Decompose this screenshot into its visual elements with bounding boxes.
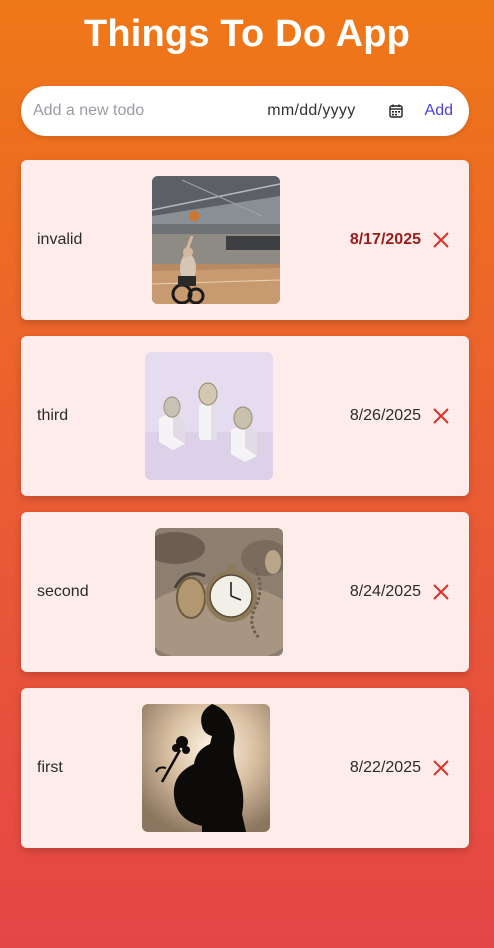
todo-item: invalid 8/17/2025 [21,160,469,320]
silhouette-with-flower-photo [142,704,270,832]
calendar-icon[interactable] [388,104,403,118]
todo-text: first [37,759,63,776]
page-title: Things To Do App [83,13,411,55]
date-placeholder: mm/dd/yyyy [267,102,356,119]
coins-on-pedestals-photo [145,352,273,480]
close-icon[interactable] [431,758,451,778]
pocket-watch-in-sand-photo [155,528,283,656]
add-todo-form: mm/dd/yyyy Add [21,86,469,136]
new-todo-input[interactable] [33,91,268,131]
due-date-input[interactable]: mm/dd/yyyy [267,102,403,120]
todo-text: invalid [37,231,83,248]
todo-due-date: 8/24/2025 [349,583,421,600]
close-icon[interactable] [431,230,451,250]
todo-due-date: 8/26/2025 [349,407,421,424]
todo-due-date: 8/17/2025 [349,231,421,248]
todo-text: third [37,407,69,424]
close-icon[interactable] [431,582,451,602]
wheelchair-basketball-photo [152,176,280,304]
todo-item: first 8/22/2025 [21,688,469,848]
todo-item: third 8/26/2025 [21,336,469,496]
todo-text: second [37,583,89,600]
close-icon[interactable] [431,406,451,426]
todo-item: second 8/24/2025 [21,512,469,672]
todo-due-date: 8/22/2025 [349,759,421,776]
add-button[interactable]: Add [421,102,457,120]
